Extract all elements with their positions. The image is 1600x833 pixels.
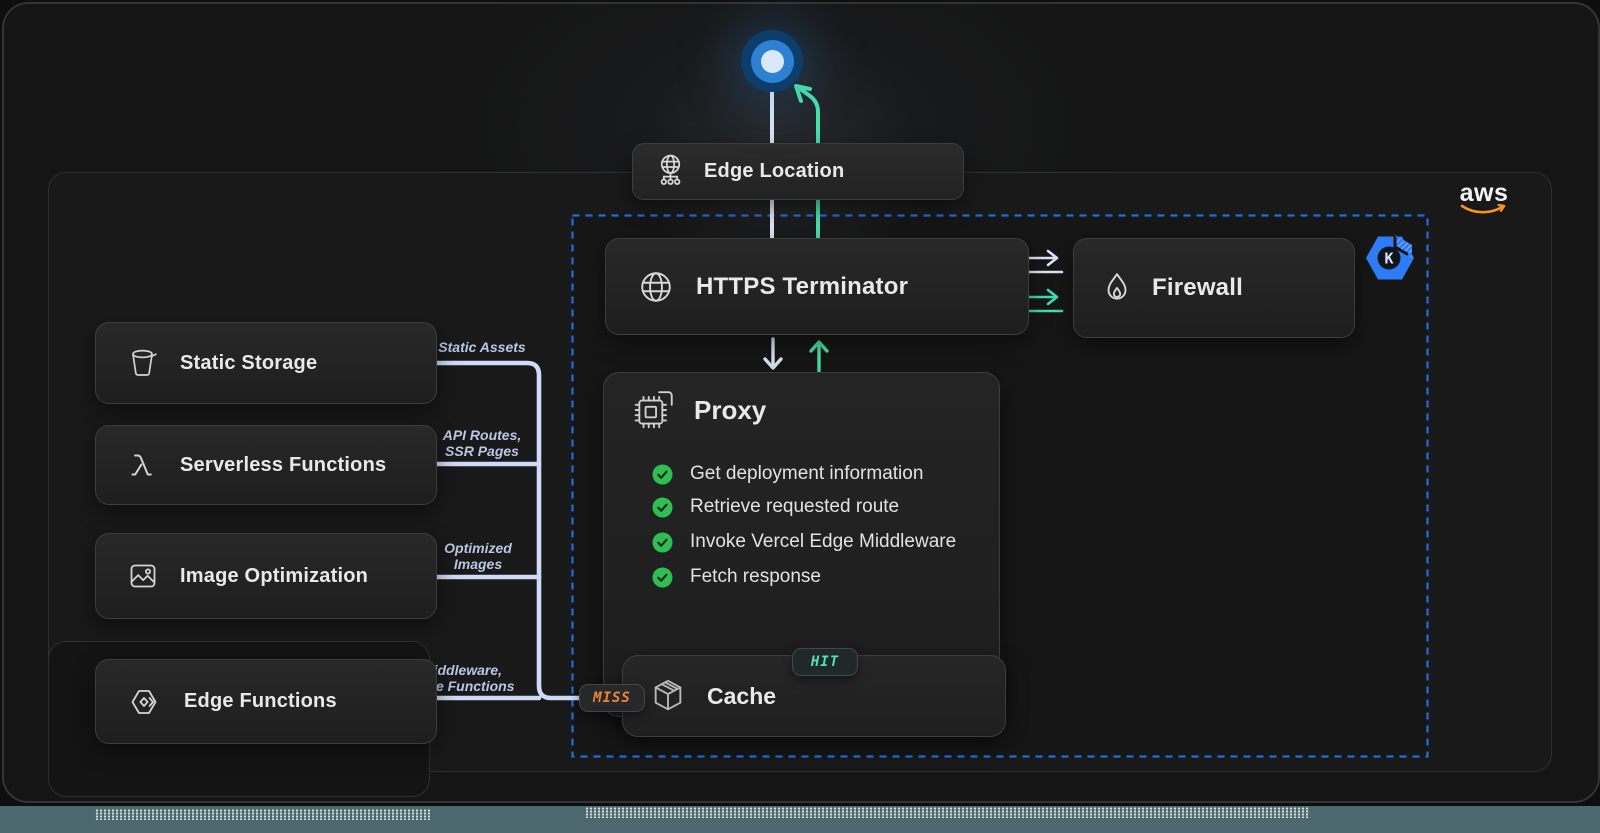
diagram-canvas: Edge Location HTTPS Terminator Firewall	[0, 0, 1600, 833]
flow-label-static-assets: Static Assets	[427, 340, 537, 356]
flame-icon	[1102, 271, 1132, 305]
node-label: Edge Functions	[184, 690, 337, 713]
globe-network-icon	[655, 153, 686, 190]
aws-smile-arrow-icon	[1458, 203, 1510, 219]
bucket-icon	[128, 347, 158, 379]
node-label: Proxy	[694, 395, 766, 426]
checklist-item: Invoke Vercel Edge Middleware	[652, 531, 956, 553]
image-icon	[128, 561, 158, 591]
node-label: Image Optimization	[180, 565, 368, 588]
globe-icon	[638, 269, 674, 305]
node-label: Edge Location	[704, 160, 844, 183]
checklist-text: Get deployment information	[690, 463, 923, 485]
flow-label-optimized-images: Optimized Images	[423, 541, 533, 572]
user-origin-dot-core	[761, 50, 784, 73]
checklist-item: Retrieve requested route	[652, 496, 899, 518]
node-label: Firewall	[1152, 274, 1243, 302]
checklist-item: Get deployment information	[652, 463, 923, 485]
trunk-lines	[413, 355, 579, 706]
miss-badge: MISS	[579, 684, 645, 712]
checklist-text: Fetch response	[690, 566, 821, 588]
check-circle-icon	[652, 464, 673, 485]
node-firewall: Firewall	[1073, 238, 1355, 338]
checklist-item: Fetch response	[652, 566, 821, 588]
flow-label-line: API Routes,	[427, 428, 537, 444]
node-image-optimization: Image Optimization	[95, 533, 437, 619]
check-circle-icon	[652, 567, 673, 588]
flow-label-line: Images	[423, 557, 533, 573]
node-label: Cache	[707, 683, 776, 710]
hit-badge: HIT	[792, 648, 858, 676]
node-edge-functions: Edge Functions	[95, 659, 437, 744]
checklist-text: Invoke Vercel Edge Middleware	[690, 531, 956, 553]
node-https-terminator: HTTPS Terminator	[605, 238, 1029, 335]
node-label: Serverless Functions	[180, 454, 386, 477]
user-origin-dot-ring	[751, 40, 794, 83]
flow-label-line: Optimized	[423, 541, 533, 557]
node-serverless-functions: Serverless Functions	[95, 425, 437, 505]
check-circle-icon	[652, 497, 673, 518]
lambda-icon	[128, 450, 158, 480]
node-edge-location: Edge Location	[632, 143, 964, 200]
flow-label-line: SSR Pages	[427, 444, 537, 460]
node-label: Static Storage	[180, 352, 317, 375]
flow-label-api-routes: API Routes, SSR Pages	[427, 428, 537, 459]
checklist-text: Retrieve requested route	[690, 496, 899, 518]
aws-logo: aws	[1458, 183, 1510, 224]
package-cube-icon	[649, 677, 687, 715]
proxy-title: Proxy	[632, 387, 766, 433]
k-hexagon-logo: K	[1366, 233, 1414, 288]
hit-badge-text: HIT	[811, 654, 839, 670]
user-origin-dot	[741, 30, 803, 92]
aws-logo-text: aws	[1458, 183, 1510, 203]
miss-badge-text: MISS	[593, 690, 631, 706]
flow-label-line: Static Assets	[427, 340, 537, 356]
node-label: HTTPS Terminator	[696, 273, 908, 301]
edge-functions-icon	[128, 687, 162, 717]
check-circle-icon	[652, 532, 673, 553]
k-logo-letter: K	[1384, 250, 1393, 268]
node-static-storage: Static Storage	[95, 322, 437, 404]
chip-icon	[632, 387, 678, 433]
